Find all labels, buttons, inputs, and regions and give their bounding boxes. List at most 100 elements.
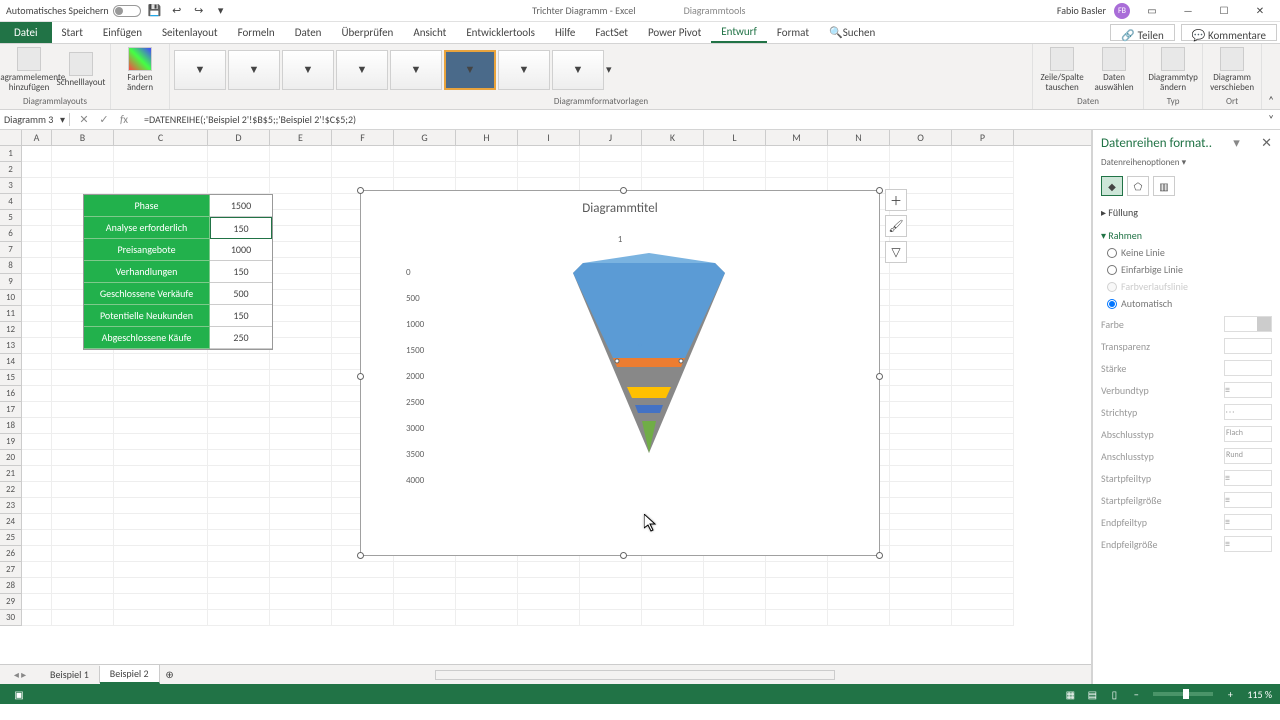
col-header[interactable]: N — [828, 130, 890, 145]
chart-style-6[interactable]: ▼ — [444, 50, 496, 90]
worksheet-grid[interactable]: 1234567891011121314151617181920212223242… — [0, 146, 1091, 664]
row-header[interactable]: 22 — [0, 482, 22, 498]
col-header[interactable]: F — [332, 130, 394, 145]
cancel-formula-icon[interactable]: ✕ — [76, 113, 92, 126]
radio-gradient-line[interactable]: Farbverlaufslinie — [1101, 280, 1272, 293]
zoom-out-icon[interactable]: − — [1125, 688, 1147, 701]
table-header-value[interactable]: 1500 — [210, 195, 272, 217]
tab-format[interactable]: Format — [767, 22, 819, 43]
row-header[interactable]: 3 — [0, 178, 22, 194]
h-scrollbar[interactable] — [435, 670, 835, 680]
maximize-icon[interactable]: ☐ — [1210, 2, 1238, 20]
col-header[interactable]: A — [22, 130, 52, 145]
chart-brush-icon[interactable]: 🖌 — [885, 215, 907, 237]
close-icon[interactable]: ✕ — [1246, 2, 1274, 20]
col-header[interactable]: H — [456, 130, 518, 145]
row-header[interactable]: 5 — [0, 210, 22, 226]
row-header[interactable]: 13 — [0, 338, 22, 354]
user-name[interactable]: Fabio Basler — [1057, 4, 1106, 17]
chart-styles-more[interactable]: ▾ — [606, 63, 620, 76]
row-header[interactable]: 7 — [0, 242, 22, 258]
arrow-begin-size-dd[interactable]: ≡ — [1224, 492, 1272, 508]
fx-icon[interactable]: fx — [116, 113, 132, 126]
row-header[interactable]: 29 — [0, 594, 22, 610]
redo-icon[interactable]: ↪ — [191, 3, 207, 19]
tab-factset[interactable]: FactSet — [585, 22, 638, 43]
tab-developer[interactable]: Entwicklertools — [456, 22, 545, 43]
change-chart-type-button[interactable]: Diagrammtyp ändern — [1148, 47, 1198, 93]
table-row-value[interactable]: 500 — [210, 283, 272, 305]
radio-auto-line[interactable]: Automatisch — [1101, 297, 1272, 310]
zoom-slider[interactable] — [1153, 692, 1213, 696]
radio-solid-line[interactable]: Einfarbige Linie — [1101, 263, 1272, 276]
border-width-input[interactable] — [1224, 360, 1272, 376]
row-header[interactable]: 26 — [0, 546, 22, 562]
radio-no-line[interactable]: Keine Linie — [1101, 246, 1272, 259]
chart-handle[interactable] — [620, 187, 627, 194]
arrow-end-size-dd[interactable]: ≡ — [1224, 536, 1272, 552]
chart-style-5[interactable]: ▼ — [390, 50, 442, 90]
row-header[interactable]: 19 — [0, 434, 22, 450]
add-sheet-icon[interactable]: ⊕ — [160, 668, 180, 681]
row-header[interactable]: 18 — [0, 418, 22, 434]
col-header[interactable]: O — [890, 130, 952, 145]
table-row-value[interactable]: 150 — [210, 305, 272, 327]
tab-design[interactable]: Entwurf — [711, 22, 767, 43]
col-header[interactable]: D — [208, 130, 270, 145]
chart-handle[interactable] — [876, 552, 883, 559]
save-icon[interactable]: 💾 — [147, 3, 163, 19]
tab-review[interactable]: Überprüfen — [331, 22, 403, 43]
row-header[interactable]: 6 — [0, 226, 22, 242]
row-header[interactable]: 1 — [0, 146, 22, 162]
row-header[interactable]: 9 — [0, 274, 22, 290]
table-row-value[interactable]: 250 — [210, 327, 272, 349]
expand-formula-icon[interactable]: ˅ — [1262, 113, 1280, 126]
col-header[interactable]: G — [394, 130, 456, 145]
chart-legend[interactable]: 1 — [361, 234, 879, 245]
row-header[interactable]: 8 — [0, 258, 22, 274]
close-pane-icon[interactable]: ✕ — [1261, 136, 1272, 151]
tab-insert[interactable]: Einfügen — [93, 22, 152, 43]
table-row-value[interactable]: 150 — [210, 217, 272, 239]
chart-object[interactable]: Diagrammtitel 1 050010001500200025003000… — [360, 190, 880, 556]
row-header[interactable]: 21 — [0, 466, 22, 482]
col-header[interactable]: I — [518, 130, 580, 145]
comments-button[interactable]: 💬 Kommentare — [1181, 24, 1277, 41]
chart-style-8[interactable]: ▼ — [552, 50, 604, 90]
add-chart-element-button[interactable]: Diagrammelemente hinzufügen — [4, 47, 54, 93]
tab-data[interactable]: Daten — [285, 22, 332, 43]
chart-handle[interactable] — [357, 187, 364, 194]
row-header[interactable]: 11 — [0, 306, 22, 322]
arrow-begin-type-dd[interactable]: ≡ — [1224, 470, 1272, 486]
zoom-in-icon[interactable]: + — [1219, 688, 1241, 701]
table-row-value[interactable]: 1000 — [210, 239, 272, 261]
chart-plus-icon[interactable]: ＋ — [885, 189, 907, 211]
formula-bar[interactable]: =DATENREIHE(;'Beispiel 2'!$B$5;;'Beispie… — [138, 113, 1262, 126]
ribbon-mode-icon[interactable]: ▭ — [1138, 2, 1166, 20]
table-row-label[interactable]: Analyse erforderlich — [84, 217, 210, 239]
col-header[interactable]: P — [952, 130, 1014, 145]
col-header[interactable]: J — [580, 130, 642, 145]
chart-handle[interactable] — [876, 373, 883, 380]
row-header[interactable]: 10 — [0, 290, 22, 306]
table-header-label[interactable]: Phase — [84, 195, 210, 217]
search-ribbon[interactable]: 🔍 Suchen — [819, 22, 885, 43]
tab-nav[interactable]: ◂ ▸ — [0, 668, 40, 681]
effects-tab-icon[interactable]: ⬠ — [1127, 176, 1149, 196]
undo-icon[interactable]: ↩ — [169, 3, 185, 19]
chart-filter-icon[interactable]: ▽ — [885, 241, 907, 263]
table-row-label[interactable]: Verhandlungen — [84, 261, 210, 283]
row-header[interactable]: 12 — [0, 322, 22, 338]
change-colors-button[interactable]: Farben ändern — [115, 47, 165, 93]
border-section[interactable]: ▾ Rahmen — [1101, 229, 1272, 242]
minimize-icon[interactable]: — — [1174, 2, 1202, 20]
chart-title[interactable]: Diagrammtitel — [361, 201, 879, 216]
fill-line-tab-icon[interactable]: ◆ — [1101, 176, 1123, 196]
chart-handle[interactable] — [876, 187, 883, 194]
row-header[interactable]: 30 — [0, 610, 22, 626]
col-header[interactable]: L — [704, 130, 766, 145]
row-header[interactable]: 14 — [0, 354, 22, 370]
view-normal-icon[interactable]: ▦ — [1059, 688, 1081, 701]
col-header[interactable]: M — [766, 130, 828, 145]
table-row-label[interactable]: Potentielle Neukunden — [84, 305, 210, 327]
